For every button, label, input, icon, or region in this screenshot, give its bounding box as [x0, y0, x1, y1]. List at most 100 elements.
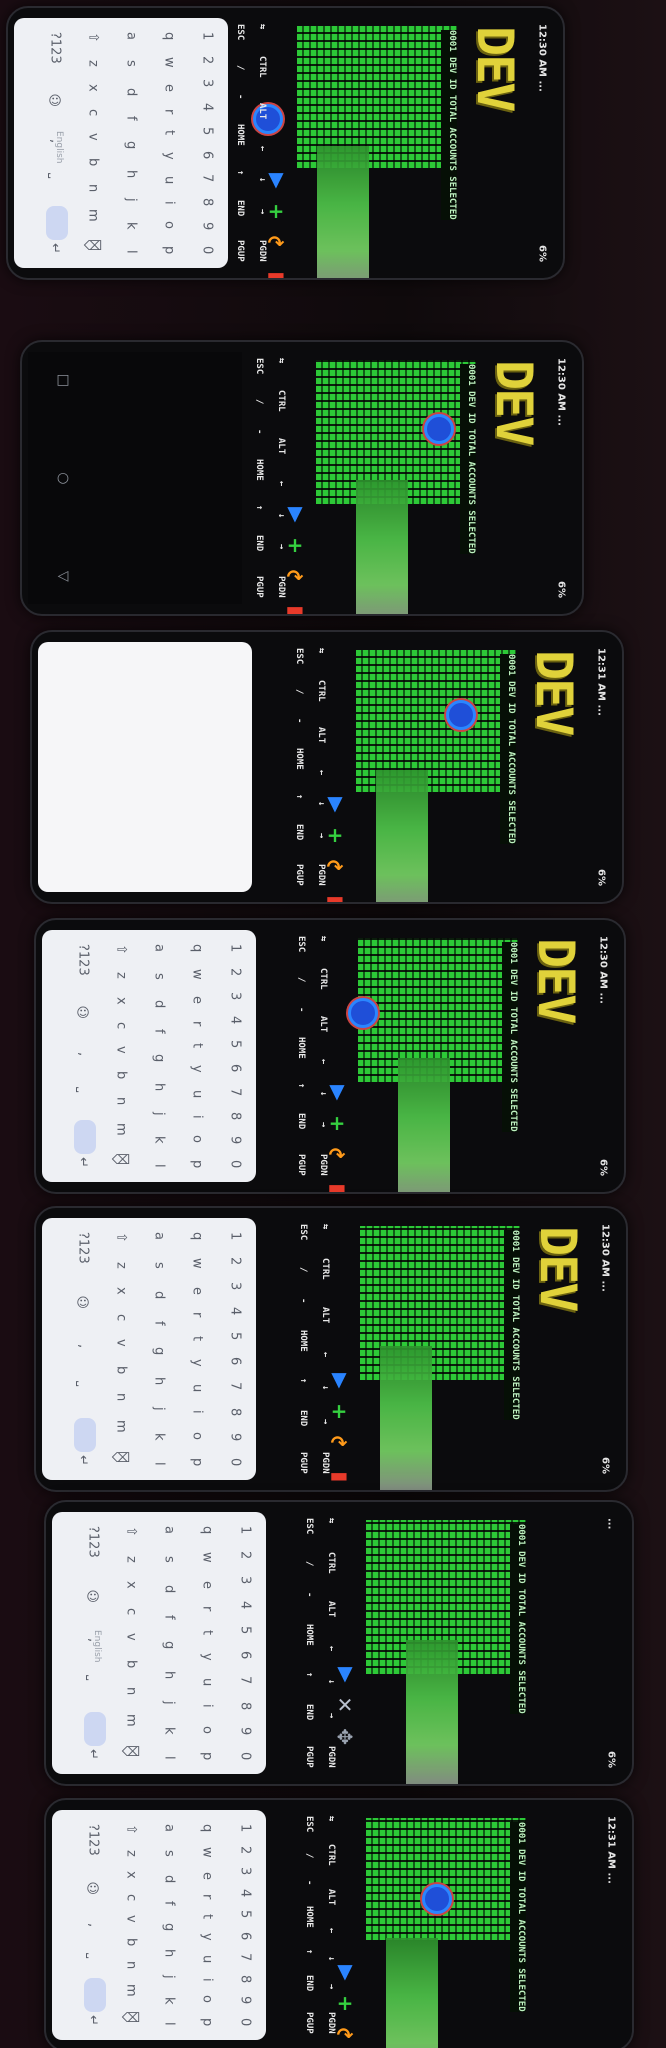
keyboard-key[interactable]: ?123 [48, 32, 63, 64]
keyboard-key[interactable]: 4 [228, 1307, 243, 1315]
keyboard-key[interactable]: 1 [228, 944, 243, 952]
keyboard-key[interactable]: d [152, 1291, 167, 1299]
overlay-bubble-icon[interactable] [348, 998, 378, 1028]
keyboard-key[interactable]: w [200, 1552, 215, 1563]
keyboard-key[interactable]: g [162, 1923, 177, 1931]
extra-key[interactable]: PGDN [294, 1452, 330, 1474]
keyboard-key[interactable]: s [152, 973, 167, 980]
keyboard-key[interactable]: h [152, 1377, 167, 1385]
keyboard-key[interactable]: q [200, 1526, 215, 1534]
extra-key[interactable]: CTRL [250, 390, 286, 412]
keyboard-key[interactable]: c [124, 1894, 139, 1901]
back-icon[interactable]: ◁ [58, 568, 69, 584]
triangle-down-icon[interactable]: ▼ [337, 1960, 352, 1982]
keyboard-key[interactable]: k [162, 1997, 177, 2005]
keyboard-key[interactable]: f [162, 1615, 177, 1620]
keyboard-key[interactable]: 6 [200, 151, 215, 159]
extra-key[interactable]: ⇆ [231, 24, 267, 29]
keyboard-key[interactable]: c [114, 1022, 129, 1029]
keyboard-key[interactable]: 5 [200, 127, 215, 135]
keyboard-key[interactable]: r [200, 1606, 215, 1611]
keyboard-key[interactable]: i [200, 1978, 215, 1982]
recents-icon[interactable]: □ [56, 372, 69, 388]
keyboard-key[interactable]: 0 [228, 1160, 243, 1168]
plus-icon[interactable]: + [327, 824, 344, 846]
keyboard-key[interactable]: r [190, 1312, 205, 1317]
keyboard-key[interactable]: k [152, 1433, 167, 1441]
keyboard-key[interactable]: 2 [228, 968, 243, 976]
home-icon[interactable]: ○ [57, 470, 69, 486]
keyboard-key[interactable]: 9 [228, 1136, 243, 1144]
keyboard-key[interactable]: ☺ [76, 1296, 91, 1311]
extra-key[interactable]: ⇆ [292, 936, 328, 941]
keyboard-key[interactable]: y [200, 1653, 215, 1661]
keyboard-key[interactable]: h [124, 170, 139, 178]
extra-key[interactable]: ⇆ [300, 1518, 336, 1523]
extra-key[interactable]: ALT [250, 438, 286, 454]
keyboard-key[interactable]: b [114, 1366, 129, 1374]
keyboard-key[interactable]: 3 [228, 1282, 243, 1290]
keyboard-key[interactable]: d [124, 88, 139, 96]
keyboard-key[interactable]: 8 [238, 1702, 253, 1710]
keyboard-key[interactable]: ⌫ [124, 2011, 139, 2026]
extra-key[interactable]: ← [250, 481, 286, 486]
keyboard-key[interactable]: 7 [228, 1382, 243, 1390]
keyboard-key[interactable]: 5 [228, 1332, 243, 1340]
keyboard-key[interactable]: r [190, 1021, 205, 1026]
keyboard-key[interactable]: t [200, 1630, 215, 1635]
overlay-bubble-icon[interactable] [422, 1884, 452, 1914]
extra-key[interactable]: PGDN [300, 1746, 336, 1768]
keyboard-key[interactable]: h [152, 1083, 167, 1091]
keyboard-key[interactable]: f [152, 1029, 167, 1034]
keyboard-key[interactable]: l [162, 1756, 177, 1760]
extra-key[interactable]: ⇆ [300, 1816, 336, 1821]
keyboard-key[interactable]: ?123 [86, 1824, 101, 1856]
keyboard-key[interactable]: i [190, 1410, 205, 1414]
extra-key[interactable]: CTRL [290, 680, 326, 702]
extra-key[interactable]: CTRL [300, 1844, 336, 1866]
keyboard-key[interactable]: 4 [200, 103, 215, 111]
redo-arrow-icon[interactable]: ↷ [337, 2024, 354, 2046]
keyboard-key[interactable]: m [124, 1714, 139, 1727]
keyboard-key[interactable]: n [86, 184, 101, 192]
keyboard-key[interactable]: 4 [228, 1016, 243, 1024]
extra-key[interactable]: PGDN [250, 576, 286, 598]
keyboard-key[interactable]: m [114, 1420, 129, 1433]
keyboard-key[interactable]: ⎵ [76, 1381, 91, 1386]
keyboard-key[interactable]: m [86, 209, 101, 222]
keyboard-key[interactable]: e [190, 1287, 205, 1295]
minus-icon[interactable]: ▬ [326, 888, 345, 902]
keyboard-key[interactable]: j [162, 1701, 177, 1705]
plus-icon[interactable]: + [329, 1112, 346, 1134]
keyboard-key[interactable]: b [124, 1938, 139, 1946]
extra-key[interactable]: ← [294, 1352, 330, 1357]
keyboard-key[interactable]: w [190, 1258, 205, 1269]
keyboard-key[interactable]: 3 [238, 1576, 253, 1584]
extra-key[interactable]: CTRL [300, 1552, 336, 1574]
plus-icon[interactable]: + [337, 1992, 354, 2014]
keyboard-key[interactable]: q [190, 944, 205, 952]
extra-key[interactable]: ↓ [300, 1956, 336, 1961]
keyboard-key[interactable]: n [114, 1393, 129, 1401]
extra-key[interactable]: ↓ [292, 1091, 328, 1096]
keyboard-key[interactable]: t [162, 130, 177, 135]
keyboard-key[interactable]: b [124, 1660, 139, 1668]
keyboard-key[interactable]: v [124, 1915, 139, 1923]
keyboard-key[interactable]: i [200, 1704, 215, 1708]
keyboard-key[interactable]: 5 [238, 1626, 253, 1634]
overlay-bubble-icon[interactable] [424, 414, 454, 444]
extra-key[interactable]: ↓ [294, 1385, 330, 1390]
keyboard-key[interactable]: 8 [228, 1112, 243, 1120]
minus-icon[interactable]: ▬ [328, 1176, 347, 1192]
keyboard-key[interactable]: 5 [238, 1910, 253, 1918]
keyboard-key[interactable]: s [162, 1850, 177, 1857]
keyboard-key[interactable]: n [114, 1097, 129, 1105]
keyboard-key[interactable]: 7 [200, 174, 215, 182]
keyboard-key[interactable]: v [114, 1339, 129, 1347]
keyboard-key[interactable]: 2 [200, 56, 215, 64]
keyboard-key[interactable]: ☺ [86, 1882, 101, 1897]
keyboard-key[interactable]: u [162, 176, 177, 184]
triangle-down-icon[interactable]: ▼ [268, 168, 283, 190]
keyboard-key[interactable]: p [190, 1160, 205, 1168]
extra-key[interactable]: CTRL [294, 1258, 330, 1280]
